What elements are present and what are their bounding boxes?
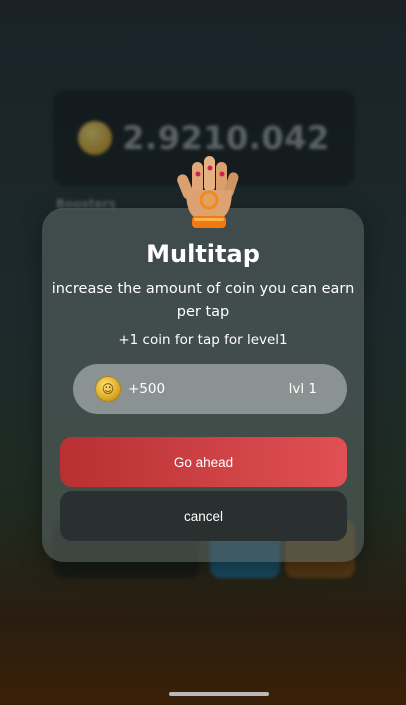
level-value: lvl 1: [288, 381, 317, 397]
price-pill: ☺ +500 lvl 1: [73, 364, 347, 414]
modal-description: increase the amount of coin you can earn…: [51, 281, 355, 320]
coin-icon: [78, 121, 113, 155]
go-ahead-button[interactable]: Go ahead: [60, 437, 347, 487]
cancel-button[interactable]: cancel: [60, 491, 347, 541]
per-level-text: +1 coin for tap for level1: [118, 332, 288, 348]
coin-icon: ☺: [95, 376, 121, 402]
home-indicator[interactable]: [169, 692, 269, 696]
price-value: +500: [128, 381, 166, 397]
modal-title: Multitap: [146, 240, 260, 268]
glove-icon: [177, 156, 239, 228]
